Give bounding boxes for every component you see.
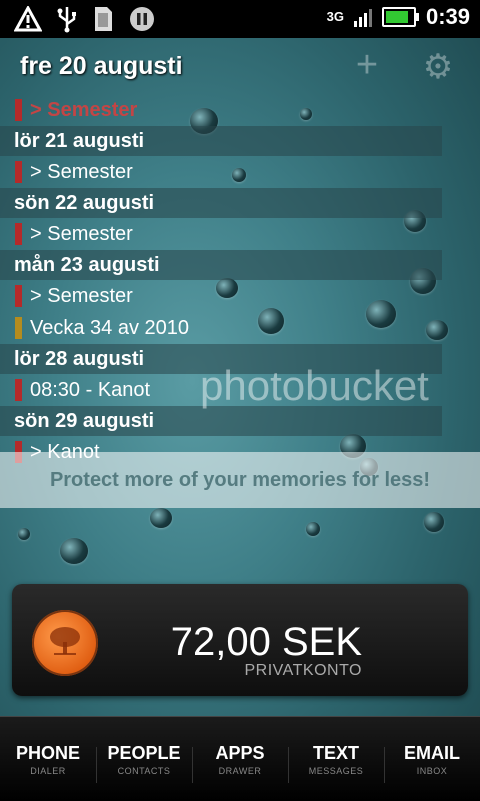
event-color-bar (15, 285, 22, 307)
agenda-event[interactable]: > Semester (0, 218, 480, 250)
usb-icon (56, 5, 78, 38)
clock: 0:39 (425, 4, 470, 29)
dock-label: PHONE (15, 743, 80, 763)
agenda-event[interactable]: > Semester (0, 280, 480, 312)
day-header: sön 29 augusti (0, 406, 442, 436)
dock-sublabel: DIALER (30, 766, 66, 776)
watermark-banner: Protect more of your memories for less! (0, 452, 480, 508)
pause-icon (128, 5, 156, 38)
water-drop (306, 522, 320, 536)
system-icons: 3G 0:39 (327, 4, 470, 30)
water-drop (150, 508, 172, 528)
dock-people[interactable]: PEOPLE CONTACTS (96, 743, 192, 776)
event-text: > Semester (30, 285, 133, 307)
network-type: 3G (326, 9, 344, 24)
notification-icons[interactable] (13, 4, 156, 38)
dock-label: PEOPLE (107, 743, 181, 763)
day-header: sön 22 augusti (0, 188, 442, 218)
today-date: fre 20 augusti (20, 52, 183, 80)
event-color-bar (15, 161, 22, 183)
dock-sublabel: MESSAGES (308, 766, 364, 776)
tree-icon (50, 627, 80, 655)
dock-apps[interactable]: APPS DRAWER (192, 743, 288, 776)
warning-icon (13, 4, 43, 37)
event-text: 08:30 - Kanot (30, 379, 151, 401)
event-text: Vecka 34 av 2010 (30, 317, 190, 339)
event-color-bar (15, 317, 22, 339)
dock-sublabel: INBOX (416, 766, 448, 776)
watermark-logo: photobucket (200, 362, 429, 409)
add-event-icon[interactable]: + (350, 46, 384, 84)
event-color-bar (15, 379, 22, 401)
dock-label: APPS (215, 743, 265, 763)
sd-card-icon (92, 5, 114, 38)
status-bar: 3G 0:39 (0, 0, 480, 38)
agenda-event[interactable]: > Semester (0, 94, 480, 126)
dock-label: EMAIL (404, 743, 460, 763)
event-color-bar (15, 99, 22, 121)
battery-icon (381, 7, 419, 27)
day-header: lör 21 augusti (0, 126, 442, 156)
signal-icon (353, 7, 372, 27)
day-header: mån 23 augusti (0, 250, 442, 280)
water-drop (424, 512, 444, 532)
water-drop (18, 528, 30, 540)
watermark-banner-text: Protect more of your memories for less! (49, 469, 431, 491)
event-color-bar (15, 223, 22, 245)
gear-icon[interactable]: ⚙ (420, 50, 456, 86)
dock-label: TEXT (312, 743, 359, 763)
dock-text[interactable]: TEXT MESSAGES (288, 743, 384, 776)
event-text: > Semester (30, 161, 133, 183)
balance-amount: 72,00 SEK (170, 620, 362, 664)
bank-balance-widget[interactable]: 72,00 SEK PRIVATKONTO (12, 584, 468, 696)
dock-phone[interactable]: PHONE DIALER (0, 743, 96, 776)
agenda-event[interactable]: Vecka 34 av 2010 (0, 312, 480, 344)
event-text: > Semester (30, 99, 138, 121)
dock-sublabel: CONTACTS (117, 766, 171, 776)
account-name: PRIVATKONTO (244, 662, 362, 679)
agenda-event[interactable]: > Semester (0, 156, 480, 188)
bank-logo (32, 610, 98, 676)
dock-email[interactable]: EMAIL INBOX (384, 743, 480, 776)
event-text: > Semester (30, 223, 133, 245)
water-drop (60, 538, 88, 564)
agenda-list: > Semester lör 21 augusti > Semester sön… (0, 94, 480, 468)
dock-bar: PHONE DIALER PEOPLE CONTACTS APPS DRAWER… (0, 716, 480, 801)
dock-sublabel: DRAWER (218, 766, 262, 776)
